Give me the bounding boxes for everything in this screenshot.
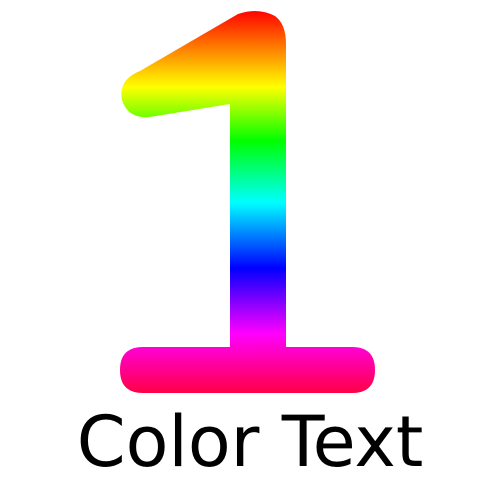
digit-one-shape [120, 10, 375, 393]
caption-text: Color Text [76, 401, 424, 483]
canvas: Color Text [0, 0, 500, 500]
